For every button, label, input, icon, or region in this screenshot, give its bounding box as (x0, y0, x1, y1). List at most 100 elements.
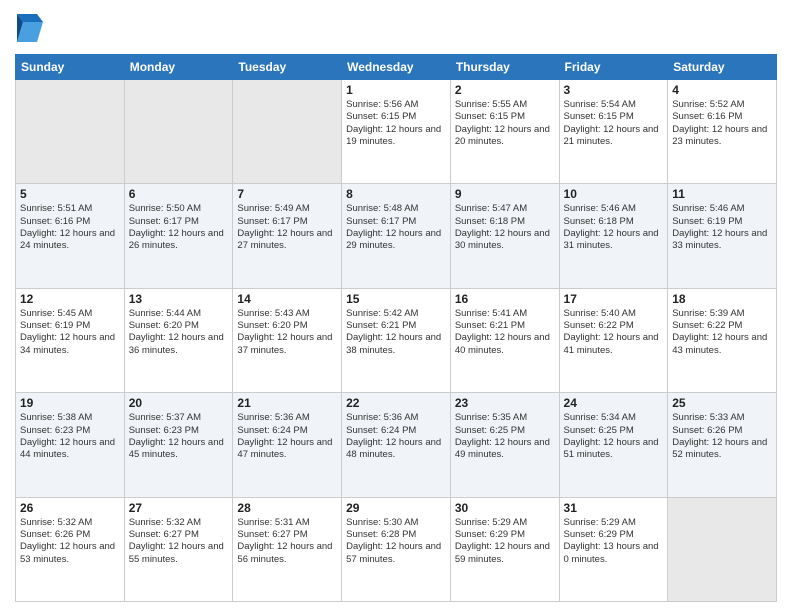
calendar-cell: 15Sunrise: 5:42 AM Sunset: 6:21 PM Dayli… (342, 288, 451, 392)
calendar-cell: 5 Sunrise: 5:51 AM Sunset: 6:16 PM Daylig… (16, 184, 125, 288)
day-number: 16 (455, 292, 555, 306)
day-info: Sunrise: 5:36 AM Sunset: 6:24 PM Dayligh… (237, 412, 337, 461)
calendar-cell: 22 Sunrise: 5:36 AM Sunset: 6:24 PM Dayli… (342, 393, 451, 497)
day-info: Sunrise: 5:29 AM Sunset: 6:29 PM Dayligh… (564, 517, 664, 566)
weekday-header: Tuesday (233, 55, 342, 80)
calendar-cell: 10 Sunrise: 5:46 AM Sunset: 6:18 PM Dayli… (559, 184, 668, 288)
calendar-cell: 17 Sunrise: 5:40 AM Sunset: 6:22 PM Dayli… (559, 288, 668, 392)
calendar-cell: 1 Sunrise: 5:56 AM Sunset: 6:15 PM Daylig… (342, 80, 451, 184)
day-number: 19 (20, 396, 120, 410)
day-number: 29 (346, 501, 446, 515)
day-info: Sunrise: 5:30 AM Sunset: 6:28 PM Dayligh… (346, 517, 446, 566)
day-number: 8 (346, 187, 446, 201)
weekday-header: Monday (124, 55, 233, 80)
calendar-table: SundayMondayTuesdayWednesdayThursdayFrid… (15, 54, 777, 602)
weekday-header: Thursday (450, 55, 559, 80)
calendar-cell: 26 Sunrise: 5:32 AM Sunset: 6:26 PM Dayli… (16, 497, 125, 601)
day-number: 1 (346, 83, 446, 97)
calendar-cell (233, 80, 342, 184)
day-info: Sunrise: 5:47 AM Sunset: 6:18 PM Dayligh… (455, 203, 555, 252)
calendar-week-row: 5 Sunrise: 5:51 AM Sunset: 6:16 PM Daylig… (16, 184, 777, 288)
day-info: Sunrise: 5:49 AM Sunset: 6:17 PM Dayligh… (237, 203, 337, 252)
day-info: Sunrise: 5:40 AM Sunset: 6:22 PM Dayligh… (564, 308, 664, 357)
calendar-cell: 23Sunrise: 5:35 AM Sunset: 6:25 PM Dayli… (450, 393, 559, 497)
day-number: 24 (564, 396, 664, 410)
day-number: 18 (672, 292, 772, 306)
day-number: 2 (455, 83, 555, 97)
calendar-cell: 25Sunrise: 5:33 AM Sunset: 6:26 PM Dayli… (668, 393, 777, 497)
calendar-cell: 31 Sunrise: 5:29 AM Sunset: 6:29 PM Dayli… (559, 497, 668, 601)
calendar-cell: 14 Sunrise: 5:43 AM Sunset: 6:20 PM Dayli… (233, 288, 342, 392)
day-info: Sunrise: 5:32 AM Sunset: 6:27 PM Dayligh… (129, 517, 229, 566)
day-info: Sunrise: 5:44 AM Sunset: 6:20 PM Dayligh… (129, 308, 229, 357)
calendar-cell: 11Sunrise: 5:46 AM Sunset: 6:19 PM Dayli… (668, 184, 777, 288)
day-info: Sunrise: 5:37 AM Sunset: 6:23 PM Dayligh… (129, 412, 229, 461)
calendar-cell: 19Sunrise: 5:38 AM Sunset: 6:23 PM Dayli… (16, 393, 125, 497)
weekday-header: Wednesday (342, 55, 451, 80)
day-number: 22 (346, 396, 446, 410)
day-number: 31 (564, 501, 664, 515)
day-number: 7 (237, 187, 337, 201)
day-number: 14 (237, 292, 337, 306)
calendar-cell: 12 Sunrise: 5:45 AM Sunset: 6:19 PM Dayli… (16, 288, 125, 392)
day-number: 3 (564, 83, 664, 97)
day-info: Sunrise: 5:50 AM Sunset: 6:17 PM Dayligh… (129, 203, 229, 252)
day-info: Sunrise: 5:32 AM Sunset: 6:26 PM Dayligh… (20, 517, 120, 566)
calendar-cell: 4 Sunrise: 5:52 AM Sunset: 6:16 PM Daylig… (668, 80, 777, 184)
day-number: 15 (346, 292, 446, 306)
calendar-cell: 6Sunrise: 5:50 AM Sunset: 6:17 PM Daylig… (124, 184, 233, 288)
calendar-cell: 24 Sunrise: 5:34 AM Sunset: 6:25 PM Dayli… (559, 393, 668, 497)
day-info: Sunrise: 5:29 AM Sunset: 6:29 PM Dayligh… (455, 517, 555, 566)
day-number: 12 (20, 292, 120, 306)
day-info: Sunrise: 5:52 AM Sunset: 6:16 PM Dayligh… (672, 99, 772, 148)
day-number: 30 (455, 501, 555, 515)
day-info: Sunrise: 5:36 AM Sunset: 6:24 PM Dayligh… (346, 412, 446, 461)
day-number: 17 (564, 292, 664, 306)
calendar-week-row: 26 Sunrise: 5:32 AM Sunset: 6:26 PM Dayli… (16, 497, 777, 601)
calendar-cell (124, 80, 233, 184)
calendar-cell: 29 Sunrise: 5:30 AM Sunset: 6:28 PM Dayli… (342, 497, 451, 601)
weekday-header-row: SundayMondayTuesdayWednesdayThursdayFrid… (16, 55, 777, 80)
logo-icon (15, 10, 45, 46)
weekday-header: Saturday (668, 55, 777, 80)
calendar-cell: 20Sunrise: 5:37 AM Sunset: 6:23 PM Dayli… (124, 393, 233, 497)
calendar-cell: 21 Sunrise: 5:36 AM Sunset: 6:24 PM Dayli… (233, 393, 342, 497)
header (15, 10, 777, 46)
calendar-week-row: 19Sunrise: 5:38 AM Sunset: 6:23 PM Dayli… (16, 393, 777, 497)
weekday-header: Friday (559, 55, 668, 80)
day-info: Sunrise: 5:34 AM Sunset: 6:25 PM Dayligh… (564, 412, 664, 461)
calendar-cell (668, 497, 777, 601)
page: SundayMondayTuesdayWednesdayThursdayFrid… (0, 0, 792, 612)
day-info: Sunrise: 5:41 AM Sunset: 6:21 PM Dayligh… (455, 308, 555, 357)
calendar-cell: 30 Sunrise: 5:29 AM Sunset: 6:29 PM Dayli… (450, 497, 559, 601)
day-info: Sunrise: 5:54 AM Sunset: 6:15 PM Dayligh… (564, 99, 664, 148)
day-number: 27 (129, 501, 229, 515)
day-number: 4 (672, 83, 772, 97)
calendar-cell: 7 Sunrise: 5:49 AM Sunset: 6:17 PM Daylig… (233, 184, 342, 288)
day-number: 10 (564, 187, 664, 201)
day-number: 26 (20, 501, 120, 515)
calendar-week-row: 12 Sunrise: 5:45 AM Sunset: 6:19 PM Dayli… (16, 288, 777, 392)
calendar-week-row: 1 Sunrise: 5:56 AM Sunset: 6:15 PM Daylig… (16, 80, 777, 184)
calendar-cell: 3 Sunrise: 5:54 AM Sunset: 6:15 PM Daylig… (559, 80, 668, 184)
day-info: Sunrise: 5:48 AM Sunset: 6:17 PM Dayligh… (346, 203, 446, 252)
calendar-cell: 27 Sunrise: 5:32 AM Sunset: 6:27 PM Dayli… (124, 497, 233, 601)
day-info: Sunrise: 5:55 AM Sunset: 6:15 PM Dayligh… (455, 99, 555, 148)
day-number: 13 (129, 292, 229, 306)
day-number: 9 (455, 187, 555, 201)
weekday-header: Sunday (16, 55, 125, 80)
day-number: 21 (237, 396, 337, 410)
day-number: 5 (20, 187, 120, 201)
day-number: 11 (672, 187, 772, 201)
day-info: Sunrise: 5:46 AM Sunset: 6:18 PM Dayligh… (564, 203, 664, 252)
calendar-cell: 9 Sunrise: 5:47 AM Sunset: 6:18 PM Daylig… (450, 184, 559, 288)
day-info: Sunrise: 5:31 AM Sunset: 6:27 PM Dayligh… (237, 517, 337, 566)
day-info: Sunrise: 5:39 AM Sunset: 6:22 PM Dayligh… (672, 308, 772, 357)
day-info: Sunrise: 5:45 AM Sunset: 6:19 PM Dayligh… (20, 308, 120, 357)
day-info: Sunrise: 5:51 AM Sunset: 6:16 PM Dayligh… (20, 203, 120, 252)
day-info: Sunrise: 5:43 AM Sunset: 6:20 PM Dayligh… (237, 308, 337, 357)
logo (15, 10, 47, 46)
calendar-cell: 8 Sunrise: 5:48 AM Sunset: 6:17 PM Daylig… (342, 184, 451, 288)
calendar-cell: 13 Sunrise: 5:44 AM Sunset: 6:20 PM Dayli… (124, 288, 233, 392)
day-info: Sunrise: 5:56 AM Sunset: 6:15 PM Dayligh… (346, 99, 446, 148)
